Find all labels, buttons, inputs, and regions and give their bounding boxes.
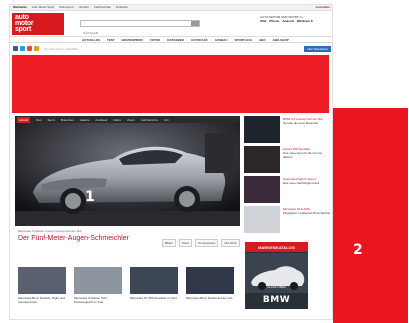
- nav-item[interactable]: RATGEBER: [167, 38, 184, 42]
- hero-tab[interactable]: Test: [36, 118, 42, 122]
- thumbnail-image[interactable]: [186, 267, 234, 294]
- sidebar-news-item[interactable]: Ferrari 458 Speciale Das neue Auto für di…: [244, 146, 330, 173]
- app-link-iphone[interactable]: iPhone: [269, 19, 279, 23]
- hero-overlay-number: 1: [85, 189, 95, 205]
- topnav-item[interactable]: Auto Motor Sport: [32, 6, 55, 9]
- ad-overlay-number: 2: [353, 242, 363, 258]
- nav-item[interactable]: ABO-SHOP: [273, 38, 289, 42]
- related-article-card[interactable]: Mercedes S-Klasse SUV, Preisvergleich im…: [74, 267, 122, 312]
- thumbnail-title[interactable]: Mercedes S-Klasse SUV, Preisvergleich im…: [74, 296, 122, 304]
- thumbnail-image[interactable]: [130, 267, 178, 294]
- car-image: [15, 123, 240, 226]
- related-article-card[interactable]: Mercedes-Benz Modell auf der IAA: [186, 267, 234, 312]
- topic-button[interactable]: IAA 2013: [221, 239, 240, 247]
- social-text: Top-Themen im Überblick: [44, 46, 79, 51]
- video-button[interactable]: Video: [178, 239, 193, 247]
- sidebar-news-subtitle: So teile die neue Baureihe: [283, 121, 319, 125]
- logo-word: sport: [15, 26, 32, 33]
- nav-item[interactable]: SPORTLICH: [235, 38, 252, 42]
- sidebar-news-subtitle: Flügeltürer im Electric-Drive-Modus: [283, 211, 331, 215]
- app-link-android[interactable]: Android: [282, 19, 294, 23]
- sidebar-thumbnail[interactable]: [244, 146, 280, 173]
- nav-item[interactable]: FOTOS: [150, 38, 160, 42]
- sidebar-news-item[interactable]: BMW X4 Concept auf der IAA So teile die n…: [244, 116, 330, 143]
- social-bar: Top-Themen im Überblick Hier Newsletter: [10, 44, 332, 53]
- nav-item[interactable]: AKTUELLES: [82, 38, 100, 42]
- nav-item[interactable]: BESTENPROFI: [122, 38, 143, 42]
- sidebar-news-subtitle: Das neue Nachfolgemodell: [283, 181, 320, 185]
- hero-tab[interactable]: 4x4: [164, 118, 169, 122]
- facebook-icon[interactable]: [13, 46, 18, 51]
- search-icon: [192, 29, 197, 34]
- nav-item[interactable]: AUTOKAUF: [191, 38, 208, 42]
- thumbnail-image[interactable]: [18, 267, 66, 294]
- newsletter-button[interactable]: Hier Newsletter: [304, 45, 331, 52]
- hero-tabs: Aktuell Test Sport Brandneu Galerie Auto…: [15, 116, 240, 123]
- topnav-item[interactable]: Fahrberichte: [94, 6, 111, 9]
- webpage: Startseite Auto Motor Sport Motorsport V…: [9, 4, 333, 320]
- nav-item[interactable]: ABO: [259, 38, 266, 42]
- hero-image[interactable]: [15, 123, 240, 226]
- topnav-item[interactable]: Startseite: [13, 6, 27, 9]
- twitter-icon[interactable]: [20, 46, 25, 51]
- brand-ad-name: BMW: [262, 295, 291, 305]
- gallery-button[interactable]: Bilder: [162, 239, 176, 247]
- brand-ad-subtitle: ALLES ÜBER: [267, 285, 286, 289]
- related-articles: Mercedes-Benz Modelle, Night und Aerodyn…: [18, 267, 243, 312]
- hero-tab[interactable]: Autokauf: [95, 118, 107, 122]
- side-advertisement[interactable]: 2: [333, 108, 408, 323]
- hero-tab[interactable]: Fahrberichte: [141, 118, 158, 122]
- main-navigation: AKTUELLES TEST BESTENPROFI FOTOS RATGEBE…: [10, 36, 332, 43]
- topnav-item[interactable]: Verkehr: [79, 6, 89, 9]
- rss-icon[interactable]: [34, 46, 39, 51]
- sidebar-thumbnail[interactable]: [244, 176, 280, 203]
- sidebar-news-item[interactable]: Opel Astra Sports Tourer Das neue Nachfol…: [244, 176, 330, 203]
- thumbnail-title[interactable]: Mercedes SL 500 Roadster im Test: [130, 296, 178, 300]
- search-input[interactable]: [81, 30, 199, 36]
- topnav-item[interactable]: Rubriken: [116, 6, 128, 9]
- hero-teaser[interactable]: Aktuell Test Sport Brandneu Galerie Auto…: [15, 116, 240, 226]
- brand-catalog-ad[interactable]: MARKENKATALOG ALLES ÜBER BMW: [245, 242, 308, 309]
- sidebar-news-item[interactable]: Mercedes SLS AMG Flügeltürer im Electric-…: [244, 206, 330, 233]
- related-article-card[interactable]: Mercedes-Benz Modelle, Night und Aerodyn…: [18, 267, 66, 312]
- sidebar-thumbnail[interactable]: [244, 206, 280, 233]
- hero-tab[interactable]: Galerie: [80, 118, 90, 122]
- hero-tab[interactable]: Vision: [127, 118, 135, 122]
- advertisement-banner[interactable]: [12, 55, 329, 113]
- hero-tab[interactable]: Sport: [48, 118, 55, 122]
- comments-button[interactable]: Kommentare: [195, 239, 219, 247]
- site-logo[interactable]: auto motor sport: [12, 13, 64, 35]
- article-title[interactable]: Der Fünf-Meter-Augen-Schmeichler: [18, 234, 148, 243]
- app-link-ipad[interactable]: iPad: [260, 19, 266, 23]
- hero-tab[interactable]: Aktuell: [17, 116, 31, 123]
- search-button[interactable]: [191, 21, 199, 34]
- topnav-item[interactable]: Motorsport: [59, 6, 73, 9]
- article-kicker: Mercedes S-Klasse Coupé Concept auf der …: [18, 229, 82, 233]
- search-box: [80, 20, 200, 36]
- app-promo: AUTO MOTOR UND SPORT im: iPad iPhone And…: [260, 15, 332, 33]
- login-link[interactable]: Anmelden: [315, 6, 330, 9]
- sidebar-thumbnail[interactable]: [244, 116, 280, 143]
- thumbnail-image[interactable]: [74, 267, 122, 294]
- site-header: auto motor sport AUTO MOTOR UND SPORT im…: [10, 11, 332, 37]
- hero-tab[interactable]: Markt: [113, 118, 121, 122]
- sidebar-news-list: BMW X4 Concept auf der IAA So teile die n…: [244, 116, 330, 233]
- app-link-windows[interactable]: Windows 8: [297, 19, 313, 23]
- related-article-card[interactable]: Mercedes SL 500 Roadster im Test: [130, 267, 178, 312]
- google-plus-icon[interactable]: [27, 46, 32, 51]
- sidebar-news-subtitle: Das neue Auto für die Formel Italiens: [283, 151, 323, 159]
- hero-tab[interactable]: Brandneu: [61, 118, 74, 122]
- thumbnail-title[interactable]: Mercedes-Benz Modell auf der IAA: [186, 296, 234, 300]
- thumbnail-title[interactable]: Mercedes-Benz Modelle, Night und Aerodyn…: [18, 296, 66, 304]
- nav-item[interactable]: TEST: [107, 38, 115, 42]
- article-meta-buttons: Bilder Video Kommentare IAA 2013: [162, 239, 242, 247]
- brand-ad-header: MARKENKATALOG: [245, 242, 308, 252]
- nav-item[interactable]: AUSBAU: [215, 38, 228, 42]
